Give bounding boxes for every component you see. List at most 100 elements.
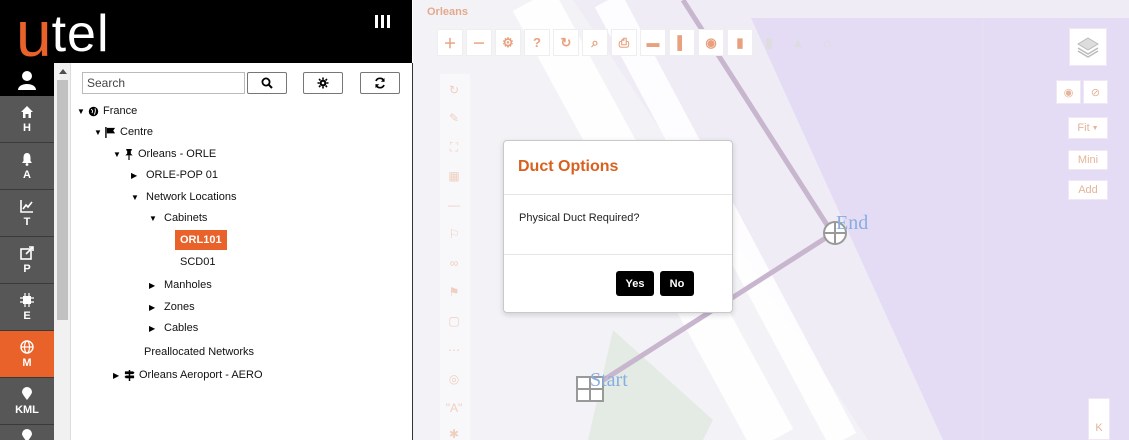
vtool-frame[interactable]: ▢ bbox=[440, 309, 468, 333]
nav-label-a: A bbox=[23, 168, 31, 181]
caret-down-icon[interactable]: ▼ bbox=[94, 128, 102, 137]
vtool-text[interactable]: "A" bbox=[440, 396, 468, 420]
caret-down-icon[interactable]: ▼ bbox=[131, 193, 139, 202]
refresh-button[interactable] bbox=[360, 72, 400, 94]
vtool-dots[interactable]: ⋯ bbox=[440, 338, 468, 362]
nav-item-equipment[interactable]: E bbox=[0, 284, 54, 331]
tree-node-orleans[interactable]: ▼ Orleans - ORLE bbox=[113, 148, 216, 160]
start-label: Start bbox=[590, 369, 628, 391]
nav-item-trends[interactable]: T bbox=[0, 190, 54, 237]
layers-button[interactable] bbox=[1069, 28, 1107, 66]
caret-down-icon[interactable]: ▼ bbox=[77, 107, 85, 116]
mini-button[interactable]: Mini bbox=[1068, 150, 1108, 170]
logo-tel: tel bbox=[51, 5, 110, 63]
tree-label: Cables bbox=[164, 322, 199, 334]
tree-node-france[interactable]: ▼ France bbox=[77, 105, 137, 117]
settings-button[interactable] bbox=[303, 72, 343, 94]
tree-node-scd01[interactable]: SCD01 bbox=[180, 256, 215, 268]
nav-item-home[interactable]: H bbox=[0, 96, 54, 143]
bookmark-faded-button[interactable]: ▮ bbox=[756, 29, 782, 56]
search-button[interactable] bbox=[247, 72, 287, 94]
tree-node-zones[interactable]: ▶ Zones bbox=[149, 301, 195, 313]
caret-right-icon[interactable]: ▶ bbox=[113, 371, 120, 380]
expand-icon: ⛶ bbox=[449, 139, 459, 154]
line-icon: — bbox=[448, 198, 460, 212]
caret-down-icon[interactable]: ▼ bbox=[113, 150, 121, 159]
vtool-rotate[interactable]: ↻ bbox=[440, 78, 468, 102]
map-search-button[interactable]: ⌕ bbox=[582, 29, 608, 56]
vtool-line[interactable]: — bbox=[440, 193, 468, 217]
tree-scrollbar[interactable] bbox=[54, 63, 71, 440]
rotate-icon: ↻ bbox=[448, 83, 460, 97]
vtool-table[interactable]: ▦ bbox=[440, 164, 468, 188]
nav-item-map[interactable]: M bbox=[0, 331, 54, 378]
vtool-draw[interactable]: ✎ bbox=[440, 106, 468, 130]
mini-label: Mini bbox=[1077, 154, 1099, 166]
show-layer-button[interactable]: ◉ bbox=[1056, 80, 1081, 104]
tree-node-centre[interactable]: ▼ Centre bbox=[94, 126, 153, 138]
tree-label: Orleans Aeroport - AERO bbox=[139, 369, 263, 381]
print-button[interactable]: ⎙ bbox=[611, 29, 637, 56]
hide-layer-button[interactable]: ⊘ bbox=[1083, 80, 1108, 104]
caret-right-icon[interactable]: ▶ bbox=[131, 171, 138, 180]
tree-node-manholes[interactable]: ▶ Manholes bbox=[149, 279, 212, 291]
user-button[interactable] bbox=[0, 63, 54, 96]
search-input[interactable] bbox=[82, 72, 245, 94]
layers-icon bbox=[1077, 37, 1099, 58]
k-button[interactable]: K bbox=[1088, 398, 1110, 440]
book-icon: ▌ bbox=[677, 35, 687, 50]
tree-label: ORL101 bbox=[175, 230, 227, 250]
no-button[interactable]: No bbox=[660, 271, 694, 296]
zoom-out-button[interactable]: － bbox=[466, 29, 492, 56]
caret-right-icon[interactable]: ▶ bbox=[149, 303, 156, 312]
view-button[interactable]: ◉ bbox=[698, 29, 724, 56]
tree-label: Preallocated Networks bbox=[144, 346, 255, 358]
tree-label: Zones bbox=[164, 301, 195, 313]
yes-button[interactable]: Yes bbox=[616, 271, 654, 296]
bookmark-button[interactable]: ▮ bbox=[727, 29, 753, 56]
map-home-button[interactable]: ⌂ bbox=[814, 29, 840, 56]
add-button[interactable]: Add bbox=[1068, 180, 1108, 200]
tree-node-orl101[interactable]: ORL101 bbox=[175, 230, 227, 250]
map-settings-button[interactable]: ⚙ bbox=[495, 29, 521, 56]
tree-node-orle-pop[interactable]: ▶ ORLE-POP 01 bbox=[131, 169, 218, 181]
map-refresh-button[interactable]: ↻ bbox=[553, 29, 579, 56]
vtool-flag[interactable]: ⚐ bbox=[440, 222, 468, 246]
search-icon bbox=[261, 77, 273, 89]
caret-down-icon[interactable]: ▼ bbox=[149, 214, 157, 223]
tree-node-network-locations[interactable]: ▼ Network Locations bbox=[131, 191, 237, 203]
nav-item-publish[interactable]: P bbox=[0, 237, 54, 284]
tree-node-aeroport[interactable]: ▶ Orleans Aeroport - AERO bbox=[113, 369, 263, 381]
caret-right-icon[interactable]: ▶ bbox=[149, 281, 156, 290]
vtool-signpost[interactable]: ⚑ bbox=[440, 280, 468, 304]
nav-label-kml: KML bbox=[15, 403, 39, 416]
book-button[interactable]: ▌ bbox=[669, 29, 695, 56]
panel-toggle-button[interactable] bbox=[372, 15, 392, 33]
vtool-link[interactable]: ∞ bbox=[440, 251, 468, 275]
nav-item-kml[interactable]: KML bbox=[0, 378, 54, 425]
scroll-up-icon[interactable] bbox=[59, 69, 67, 74]
thumbtack-icon bbox=[125, 148, 133, 160]
tree-node-preallocated[interactable]: Preallocated Networks bbox=[144, 346, 254, 358]
scroll-thumb[interactable] bbox=[57, 80, 68, 320]
car-button[interactable]: ▲ bbox=[785, 29, 811, 56]
zoom-in-button[interactable]: ＋ bbox=[437, 29, 463, 56]
dialog-message: Physical Duct Required? bbox=[519, 212, 640, 224]
fit-dropdown[interactable]: Fit ▼ bbox=[1068, 117, 1108, 139]
caret-right-icon[interactable]: ▶ bbox=[149, 324, 156, 333]
vtool-target[interactable]: ◎ bbox=[440, 367, 468, 391]
nav-label-e: E bbox=[23, 309, 31, 322]
vtool-extent[interactable]: ⛶ bbox=[440, 135, 468, 159]
nav-label-h: H bbox=[23, 121, 31, 134]
help-button[interactable]: ? bbox=[524, 29, 550, 56]
car-icon: ▲ bbox=[791, 35, 805, 50]
measure-button[interactable]: ▬ bbox=[640, 29, 666, 56]
bell-icon bbox=[22, 152, 32, 166]
tree-node-cabinets[interactable]: ▼ Cabinets bbox=[149, 212, 207, 224]
nav-item-alerts[interactable]: A bbox=[0, 143, 54, 190]
add-label: Add bbox=[1078, 184, 1098, 196]
nav-item-more[interactable] bbox=[0, 425, 54, 440]
tree-node-cables[interactable]: ▶ Cables bbox=[149, 322, 198, 334]
vtool-star[interactable]: ✱ bbox=[440, 422, 468, 440]
fit-label: Fit bbox=[1077, 122, 1090, 134]
